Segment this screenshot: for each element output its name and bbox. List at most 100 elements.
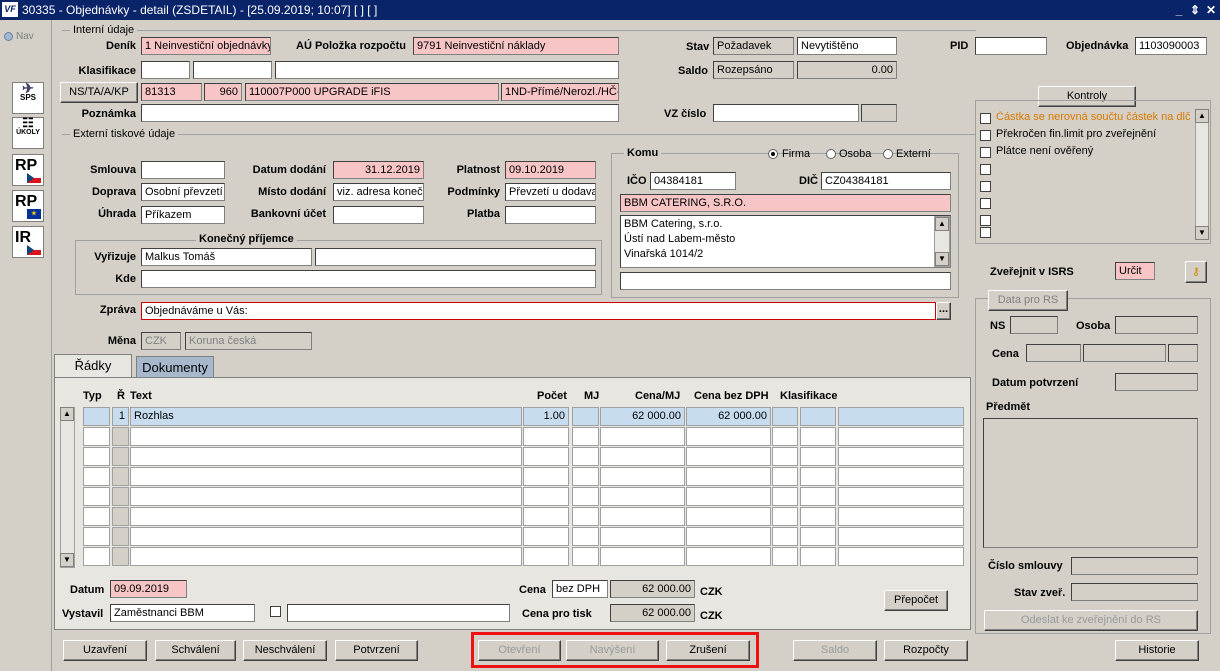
grid-cell[interactable] xyxy=(772,447,798,466)
schvaleni-button[interactable]: Schválení xyxy=(155,640,236,661)
grid-cell[interactable] xyxy=(112,547,129,566)
grid-cell[interactable]: 1.00 xyxy=(523,407,569,426)
grid-cell[interactable] xyxy=(130,427,522,446)
vystavil-checkbox[interactable] xyxy=(270,606,281,617)
kontrola-checkbox-4[interactable] xyxy=(980,164,991,175)
platba-field[interactable] xyxy=(505,206,596,224)
grid-cell[interactable] xyxy=(600,487,685,506)
osoba-radio[interactable] xyxy=(826,149,836,159)
key-icon[interactable]: ⚷ xyxy=(1185,261,1207,283)
grid-cell[interactable] xyxy=(572,547,599,566)
komu-address-field[interactable]: BBM Catering, s.r.o. Ústí nad Labem-měst… xyxy=(620,215,951,268)
cena-typ-field[interactable]: bez DPH xyxy=(552,580,608,598)
grid-cell[interactable] xyxy=(83,527,110,546)
grid-cell[interactable] xyxy=(130,487,522,506)
grid-cell[interactable] xyxy=(772,407,798,426)
scroll-down-icon[interactable]: ▼ xyxy=(935,252,949,266)
uzavreni-button[interactable]: Uzavření xyxy=(63,640,147,661)
dic-field[interactable]: CZ04384181 xyxy=(821,172,951,190)
historie-button[interactable]: Historie xyxy=(1115,640,1199,661)
grid-cell[interactable] xyxy=(838,467,964,486)
zruseni-button[interactable]: Zrušení xyxy=(666,640,750,661)
kontrola-checkbox-3[interactable] xyxy=(980,147,991,158)
grid-cell[interactable]: 1 xyxy=(112,407,129,426)
grid-cell[interactable] xyxy=(600,527,685,546)
misto-field[interactable]: viz. adresa koneč xyxy=(333,183,424,201)
grid-cell[interactable] xyxy=(112,467,129,486)
grid-cell[interactable] xyxy=(83,407,110,426)
scroll-up-icon[interactable]: ▲ xyxy=(1195,109,1209,123)
grid-cell[interactable] xyxy=(130,547,522,566)
grid-cell[interactable] xyxy=(523,447,569,466)
grid-cell[interactable] xyxy=(112,427,129,446)
grid-cell[interactable] xyxy=(800,427,836,446)
kontrola-checkbox-2[interactable] xyxy=(980,130,991,141)
tab-radky[interactable]: Řádky xyxy=(54,354,132,378)
ns-field-2[interactable]: 960 xyxy=(204,83,242,101)
grid-cell[interactable] xyxy=(83,507,110,526)
grid-cell[interactable] xyxy=(572,427,599,446)
ns-button[interactable]: NS/TA/A/KP xyxy=(60,82,138,103)
grid-cell[interactable] xyxy=(600,447,685,466)
ico-field[interactable]: 04384181 xyxy=(650,172,736,190)
nav-label[interactable]: Nav xyxy=(16,31,34,42)
au-field[interactable]: 9791 Neinvestiční náklady xyxy=(413,37,619,55)
grid-cell[interactable] xyxy=(838,427,964,446)
grid-cell[interactable] xyxy=(772,427,798,446)
grid-cell[interactable] xyxy=(572,407,599,426)
klasifikace-field-1[interactable] xyxy=(141,61,190,79)
grid-cell[interactable] xyxy=(772,507,798,526)
grid-cell[interactable] xyxy=(83,467,110,486)
grid-cell[interactable] xyxy=(523,467,569,486)
isrs-field[interactable]: Určit xyxy=(1115,262,1155,280)
klasifikace-field-3[interactable] xyxy=(275,61,619,79)
close-button[interactable]: ✕ xyxy=(1204,3,1218,17)
data-rs-button[interactable]: Data pro RS xyxy=(988,290,1068,311)
grid-cell[interactable] xyxy=(800,507,836,526)
kde-field[interactable] xyxy=(141,270,596,288)
tab-dokumenty[interactable]: Dokumenty xyxy=(136,356,214,378)
grid-cell[interactable] xyxy=(600,467,685,486)
saldo-button[interactable]: Saldo xyxy=(793,640,877,661)
grid-cell[interactable] xyxy=(523,487,569,506)
rp-eu-button[interactable]: RP ★ xyxy=(12,190,44,222)
grid-cell[interactable]: 62 000.00 xyxy=(600,407,685,426)
vystavil-field-2[interactable] xyxy=(287,604,510,622)
grid-cell[interactable] xyxy=(772,467,798,486)
vyrizuje-field-2[interactable] xyxy=(315,248,596,266)
scroll-up-icon[interactable]: ▲ xyxy=(60,407,74,421)
firma-radio[interactable] xyxy=(768,149,778,159)
sps-button[interactable]: ✈ SPS xyxy=(12,81,44,114)
vyrizuje-field[interactable]: Malkus Tomáš xyxy=(141,248,312,266)
kontrola-checkbox-6[interactable] xyxy=(980,198,991,209)
grid-cell[interactable] xyxy=(800,467,836,486)
grid-cell[interactable] xyxy=(686,427,771,446)
grid-cell[interactable] xyxy=(838,507,964,526)
ukoly-button[interactable]: ☷ ÚKOLY xyxy=(12,116,44,149)
grid-cell[interactable] xyxy=(572,527,599,546)
grid-cell[interactable] xyxy=(83,427,110,446)
grid-cell[interactable] xyxy=(112,447,129,466)
grid-cell[interactable] xyxy=(686,527,771,546)
podminky-field[interactable]: Převzetí u dodava xyxy=(505,183,596,201)
nav-icon[interactable] xyxy=(4,32,13,41)
grid-cell[interactable] xyxy=(686,507,771,526)
grid-cell[interactable] xyxy=(572,467,599,486)
externi-radio[interactable] xyxy=(883,149,893,159)
rozpocty-button[interactable]: Rozpočty xyxy=(884,640,968,661)
grid-cell[interactable] xyxy=(572,447,599,466)
grid-cell[interactable] xyxy=(83,447,110,466)
kontroly-scrollbar[interactable] xyxy=(1195,109,1209,240)
zprava-more-button[interactable]: ... xyxy=(936,302,951,320)
grid-cell[interactable] xyxy=(838,487,964,506)
grid-cell[interactable] xyxy=(130,447,522,466)
kontrola-checkbox-7[interactable] xyxy=(980,215,991,226)
grid-cell[interactable] xyxy=(800,547,836,566)
platnost-field[interactable]: 09.10.2019 xyxy=(505,161,596,179)
grid-cell[interactable] xyxy=(130,467,522,486)
grid-cell[interactable] xyxy=(600,507,685,526)
datum-field[interactable]: 09.09.2019 xyxy=(110,580,187,598)
grid-cell[interactable] xyxy=(523,507,569,526)
grid-cell[interactable] xyxy=(523,527,569,546)
grid-cell[interactable] xyxy=(800,447,836,466)
